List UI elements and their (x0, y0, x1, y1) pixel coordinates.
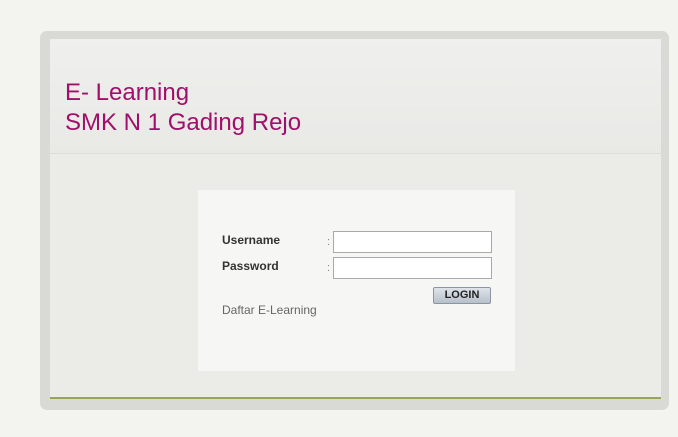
login-button[interactable]: LOGIN (433, 287, 491, 304)
outer-frame: E- Learning SMK N 1 Gading Rejo Username… (40, 31, 669, 410)
password-input[interactable] (333, 257, 492, 279)
password-row: Password : (222, 257, 512, 281)
header: E- Learning SMK N 1 Gading Rejo (50, 39, 661, 154)
site-title: E- Learning SMK N 1 Gading Rejo (65, 78, 301, 138)
password-label: Password (222, 259, 279, 273)
username-label: Username (222, 233, 281, 247)
register-link[interactable]: Daftar E-Learning (222, 303, 317, 317)
login-box: Username : Password : LOGIN Daftar E-Lea… (198, 190, 515, 371)
bottom-accent-line (50, 397, 661, 399)
site-title-line2: SMK N 1 Gading Rejo (65, 109, 302, 136)
username-row: Username : (222, 231, 512, 255)
password-separator: : (327, 262, 331, 274)
username-separator: : (327, 236, 331, 248)
main-panel: E- Learning SMK N 1 Gading Rejo Username… (50, 39, 661, 399)
username-input[interactable] (333, 231, 492, 253)
site-title-line1: E- Learning (65, 79, 190, 106)
